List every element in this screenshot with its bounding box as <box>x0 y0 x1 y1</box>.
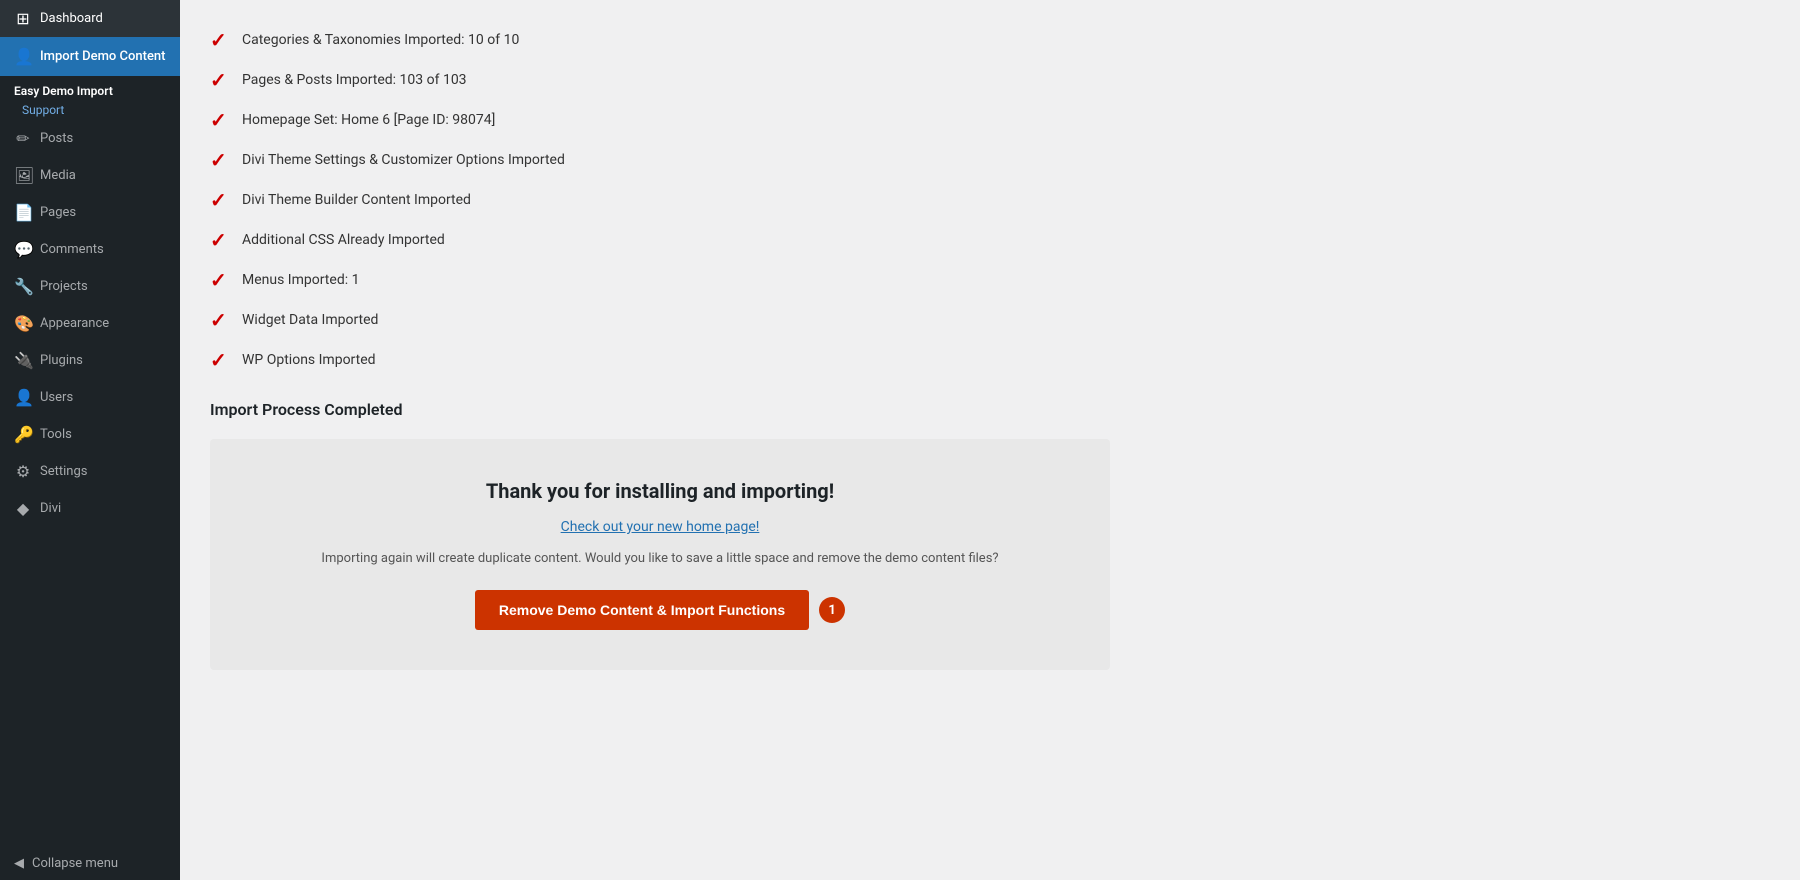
homepage-link[interactable]: Check out your new home page! <box>240 519 1080 535</box>
sidebar-label-appearance: Appearance <box>40 316 109 331</box>
checkmark-icon: ✓ <box>210 270 230 290</box>
sidebar-item-tools[interactable]: 🔑 Tools <box>0 416 180 453</box>
settings-icon: ⚙ <box>14 462 32 481</box>
import-results-list: ✓ Categories & Taxonomies Imported: 10 o… <box>210 20 1770 380</box>
checkmark-icon: ✓ <box>210 230 230 250</box>
pages-icon: 📄 <box>14 203 32 222</box>
sidebar-item-pages[interactable]: 📄 Pages <box>0 194 180 231</box>
remove-demo-content-button[interactable]: Remove Demo Content & Import Functions <box>475 590 809 630</box>
sidebar-item-projects[interactable]: 🔧 Projects <box>0 268 180 305</box>
sidebar: ⊞ Dashboard 👤 Import Demo Content Easy D… <box>0 0 180 880</box>
checkmark-icon: ✓ <box>210 30 230 50</box>
sidebar-item-plugins[interactable]: 🔌 Plugins <box>0 342 180 379</box>
list-item: ✓ Divi Theme Settings & Customizer Optio… <box>210 140 1770 180</box>
import-completed-label: Import Process Completed <box>210 400 1770 419</box>
sidebar-label-projects: Projects <box>40 279 88 294</box>
sidebar-label-comments: Comments <box>40 242 104 257</box>
media-icon: 🖼 <box>14 166 32 185</box>
sidebar-label-plugins: Plugins <box>40 353 83 368</box>
sidebar-label-dashboard: Dashboard <box>40 11 103 26</box>
list-item: ✓ Additional CSS Already Imported <box>210 220 1770 260</box>
sidebar-item-posts[interactable]: ✏ Posts <box>0 120 180 157</box>
checkmark-icon: ✓ <box>210 110 230 130</box>
sidebar-item-comments[interactable]: 💬 Comments <box>0 231 180 268</box>
plugins-icon: 🔌 <box>14 351 32 370</box>
sidebar-label-import-demo: Import Demo Content <box>40 49 166 64</box>
list-item: ✓ Homepage Set: Home 6 [Page ID: 98074] <box>210 100 1770 140</box>
sidebar-label-divi: Divi <box>40 501 61 516</box>
users-icon: 👤 <box>14 388 32 407</box>
list-item: ✓ Pages & Posts Imported: 103 of 103 <box>210 60 1770 100</box>
import-item-text: Widget Data Imported <box>242 312 378 328</box>
sidebar-plugin-header: Easy Demo Import <box>0 76 180 100</box>
tools-icon: 🔑 <box>14 425 32 444</box>
import-demo-icon: 👤 <box>14 47 32 66</box>
sidebar-label-settings: Settings <box>40 464 87 479</box>
list-item: ✓ Widget Data Imported <box>210 300 1770 340</box>
import-item-text: Homepage Set: Home 6 [Page ID: 98074] <box>242 112 495 128</box>
checkmark-icon: ✓ <box>210 70 230 90</box>
thank-you-note: Importing again will create duplicate co… <box>240 551 1080 566</box>
sidebar-item-support[interactable]: Support <box>0 100 180 120</box>
projects-icon: 🔧 <box>14 277 32 296</box>
import-item-text: Divi Theme Settings & Customizer Options… <box>242 152 565 168</box>
sidebar-label-tools: Tools <box>40 427 72 442</box>
sidebar-label-posts: Posts <box>40 131 73 146</box>
list-item: ✓ WP Options Imported <box>210 340 1770 380</box>
checkmark-icon: ✓ <box>210 350 230 370</box>
sidebar-label-users: Users <box>40 390 73 405</box>
import-item-text: Menus Imported: 1 <box>242 272 359 288</box>
comments-icon: 💬 <box>14 240 32 259</box>
collapse-icon: ◀ <box>14 856 24 871</box>
import-item-text: WP Options Imported <box>242 352 376 368</box>
sidebar-item-divi[interactable]: ◆ Divi <box>0 490 180 527</box>
remove-btn-wrapper: Remove Demo Content & Import Functions 1 <box>240 590 1080 630</box>
thank-you-title: Thank you for installing and importing! <box>240 479 1080 503</box>
thank-you-box: Thank you for installing and importing! … <box>210 439 1110 670</box>
sidebar-collapse-button[interactable]: ◀ Collapse menu <box>0 847 180 880</box>
sidebar-item-users[interactable]: 👤 Users <box>0 379 180 416</box>
divi-icon: ◆ <box>14 499 32 518</box>
badge-count: 1 <box>819 597 845 623</box>
sidebar-item-appearance[interactable]: 🎨 Appearance <box>0 305 180 342</box>
sidebar-label-media: Media <box>40 168 76 183</box>
import-item-text: Additional CSS Already Imported <box>242 232 445 248</box>
import-item-text: Divi Theme Builder Content Imported <box>242 192 471 208</box>
list-item: ✓ Menus Imported: 1 <box>210 260 1770 300</box>
checkmark-icon: ✓ <box>210 310 230 330</box>
sidebar-label-collapse: Collapse menu <box>32 856 118 871</box>
list-item: ✓ Categories & Taxonomies Imported: 10 o… <box>210 20 1770 60</box>
import-item-text: Pages & Posts Imported: 103 of 103 <box>242 72 467 88</box>
checkmark-icon: ✓ <box>210 150 230 170</box>
appearance-icon: 🎨 <box>14 314 32 333</box>
sidebar-item-import-demo-content[interactable]: 👤 Import Demo Content <box>0 37 180 76</box>
sidebar-item-media[interactable]: 🖼 Media <box>0 157 180 194</box>
dashboard-icon: ⊞ <box>14 9 32 28</box>
sidebar-label-pages: Pages <box>40 205 76 220</box>
import-item-text: Categories & Taxonomies Imported: 10 of … <box>242 32 519 48</box>
sidebar-item-dashboard[interactable]: ⊞ Dashboard <box>0 0 180 37</box>
main-content: ✓ Categories & Taxonomies Imported: 10 o… <box>180 0 1800 880</box>
posts-icon: ✏ <box>14 129 32 148</box>
list-item: ✓ Divi Theme Builder Content Imported <box>210 180 1770 220</box>
sidebar-item-settings[interactable]: ⚙ Settings <box>0 453 180 490</box>
checkmark-icon: ✓ <box>210 190 230 210</box>
